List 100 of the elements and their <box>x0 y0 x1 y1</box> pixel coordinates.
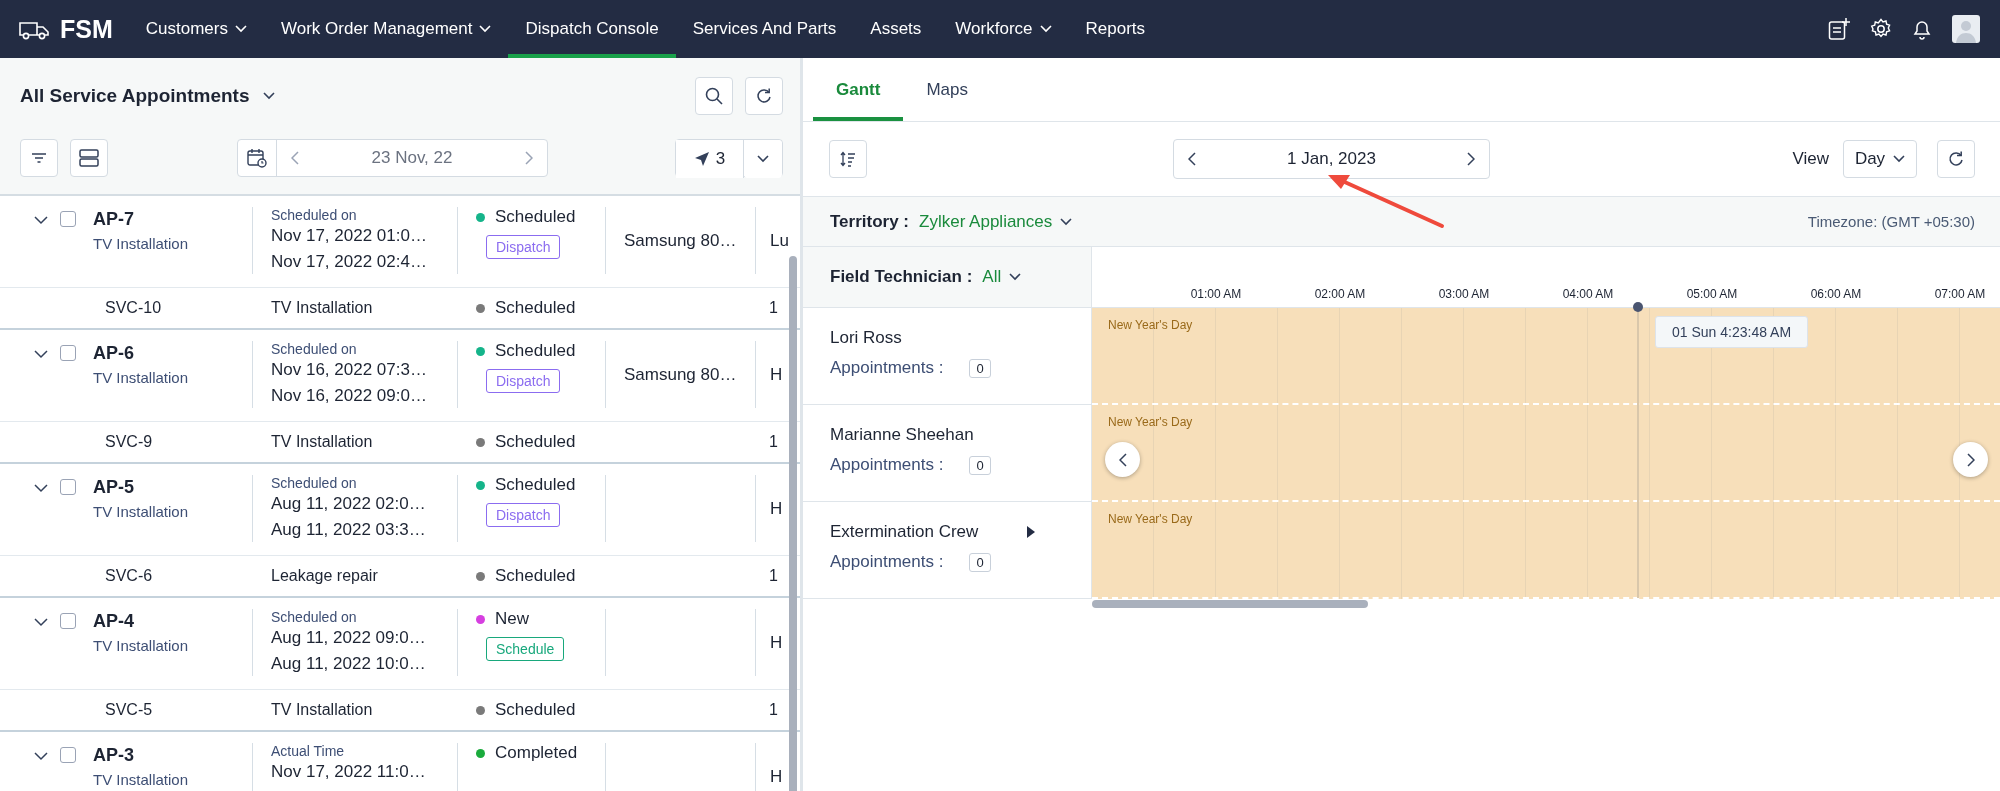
table-cell-text: H <box>770 498 784 519</box>
notification-bell-icon[interactable] <box>1912 18 1932 40</box>
layout-button[interactable] <box>70 139 108 177</box>
technician-name: Marianne Sheehan <box>830 425 974 445</box>
dispatch-button[interactable]: Dispatch <box>486 369 561 393</box>
appointment-type: TV Installation <box>93 503 189 520</box>
appointment-type: TV Installation <box>93 771 189 788</box>
view-dropdown[interactable]: Day <box>1843 140 1917 178</box>
nav-menu-item[interactable]: Assets <box>853 0 939 58</box>
scrollbar-thumb[interactable] <box>1092 600 1368 608</box>
collapse-chevron-icon[interactable] <box>34 213 48 227</box>
view-tab[interactable]: Maps <box>903 58 991 121</box>
view-tab[interactable]: Gantt <box>813 58 904 121</box>
technician-filter[interactable]: All <box>982 267 1002 287</box>
row-checkbox[interactable] <box>60 345 76 361</box>
settings-icon[interactable] <box>1870 18 1892 40</box>
holiday-label: New Year's Day <box>1108 415 1193 429</box>
chevron-down-icon <box>1039 25 1052 33</box>
appointment-time: Aug 11, 2022 10:0… <box>271 653 427 675</box>
appointment-id[interactable]: AP-4 <box>93 611 189 632</box>
table-cell-text: Lu <box>770 230 790 251</box>
appointment-time: Nov 16, 2022 07:3… <box>271 359 428 381</box>
status-text: Scheduled <box>495 432 576 452</box>
product-name: Samsung 80… <box>624 230 738 251</box>
nav-menu-item[interactable]: Work Order Management <box>263 0 509 58</box>
service-name: TV Installation <box>271 701 373 718</box>
table-cell-text: H <box>770 632 784 653</box>
app-logo: FSM <box>60 14 113 44</box>
row-checkbox[interactable] <box>60 479 76 495</box>
add-note-icon[interactable] <box>1828 17 1850 41</box>
service-id[interactable]: SVC-6 <box>105 567 153 584</box>
hour-label: 07:00 AM <box>1934 287 1986 301</box>
chevron-left-icon[interactable] <box>1118 452 1127 467</box>
appointment-id[interactable]: AP-5 <box>93 477 189 498</box>
dropdown-chevron-icon[interactable] <box>263 92 276 100</box>
nav-menu-item[interactable]: Workforce <box>938 0 1069 58</box>
service-id[interactable]: SVC-5 <box>105 701 153 718</box>
appointment-count: 0 <box>969 358 991 378</box>
status-text: Scheduled <box>495 298 576 318</box>
send-icon <box>693 151 710 167</box>
service-id[interactable]: SVC-9 <box>105 433 153 450</box>
row-checkbox[interactable] <box>60 747 76 763</box>
service-name: TV Installation <box>271 433 373 450</box>
refresh-button[interactable] <box>745 77 783 115</box>
nav-menu-item[interactable]: Services And Parts <box>675 0 854 58</box>
appointment-id[interactable]: AP-3 <box>93 745 189 766</box>
chevron-right-icon[interactable] <box>1467 152 1475 166</box>
appointment-id[interactable]: AP-6 <box>93 343 189 364</box>
table-cell: 1 <box>769 701 778 718</box>
appointments-label: Appointments : <box>830 552 944 572</box>
nav-menu-item[interactable]: Reports <box>1068 0 1163 58</box>
appointment-id[interactable]: AP-7 <box>93 209 189 230</box>
appointment-type: TV Installation <box>93 637 189 654</box>
row-checkbox[interactable] <box>60 211 76 227</box>
expand-triangle-icon[interactable] <box>1027 526 1035 538</box>
appointment-time: Aug 11, 2022 09:0… <box>271 627 427 649</box>
scrollbar-thumb[interactable] <box>789 256 797 791</box>
collapse-chevron-icon[interactable] <box>34 347 48 361</box>
holiday-label: New Year's Day <box>1108 318 1193 332</box>
chevron-down-icon <box>234 25 247 33</box>
dropdown-chevron-icon[interactable] <box>1060 217 1073 226</box>
holiday-label: New Year's Day <box>1108 512 1193 526</box>
time-label: Scheduled on <box>271 475 358 491</box>
appointment-time: Aug 11, 2022 02:0… <box>271 493 427 515</box>
appointment-time: Nov 17, 2022 02:4… <box>271 251 428 273</box>
collapse-chevron-icon[interactable] <box>34 481 48 495</box>
calendar-icon <box>247 148 267 168</box>
service-name: TV Installation <box>271 299 373 316</box>
search-icon <box>705 87 723 105</box>
time-label: Scheduled on <box>271 207 358 223</box>
dispatch-button[interactable]: 3 <box>676 140 744 178</box>
territory-dropdown[interactable]: Zylker Appliances <box>919 211 1053 232</box>
refresh-icon <box>1948 151 1964 167</box>
chevron-left-icon[interactable] <box>1188 152 1196 166</box>
status-text: Scheduled <box>495 475 576 495</box>
appointment-time: Nov 17, 2022 11:0… <box>271 761 427 783</box>
sort-button[interactable] <box>829 140 867 178</box>
time-label: Scheduled on <box>271 609 358 625</box>
table-cell: 1 <box>769 433 778 450</box>
time-label: Actual Time <box>271 743 346 759</box>
dropdown-chevron-icon[interactable] <box>1009 273 1022 281</box>
dispatch-button[interactable]: Dispatch <box>486 503 561 527</box>
chevron-down-icon <box>1893 155 1906 163</box>
view-label: View <box>1792 149 1829 169</box>
layout-icon <box>79 149 99 167</box>
search-button[interactable] <box>695 77 733 115</box>
refresh-button[interactable] <box>1937 140 1975 178</box>
collapse-chevron-icon[interactable] <box>34 749 48 763</box>
service-id[interactable]: SVC-10 <box>105 299 162 316</box>
row-checkbox[interactable] <box>60 613 76 629</box>
date-navigator[interactable]: 1 Jan, 2023 <box>1173 139 1490 179</box>
collapse-chevron-icon[interactable] <box>34 615 48 629</box>
table-cell-text: H <box>770 364 784 385</box>
chevron-right-icon[interactable] <box>1966 452 1975 467</box>
filter-button[interactable] <box>20 139 58 177</box>
nav-menu-item[interactable]: Customers <box>128 0 264 58</box>
hour-label: 01:00 AM <box>1190 287 1242 301</box>
dispatch-button[interactable]: Dispatch <box>486 235 561 259</box>
chevron-down-icon <box>757 155 769 163</box>
product-name: Samsung 80… <box>624 364 738 385</box>
